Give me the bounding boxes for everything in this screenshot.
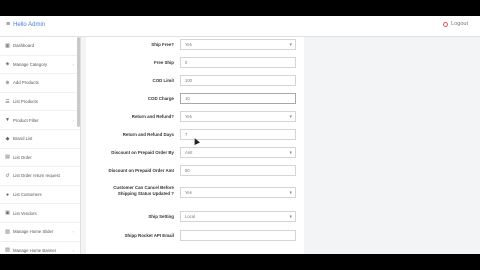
shiprocket-email-label: Shipp Rocket API Email (124, 232, 174, 238)
sidebar-item-product-filter[interactable]: ▼ Product Filter › (0, 111, 80, 130)
image-icon: ▨ (5, 247, 10, 254)
return-refund-select[interactable]: Yes (180, 111, 296, 122)
sidebar-item-dashboard[interactable]: ▦ Dashboard (0, 37, 80, 56)
users-icon: ● (5, 191, 10, 198)
sidebar-item-label: Manage Category (13, 61, 48, 67)
power-icon (443, 21, 449, 27)
tag-icon: ◆ (5, 135, 10, 142)
logout-button[interactable]: Logout (443, 21, 468, 27)
chevron-down-icon: › (72, 229, 74, 235)
category-icon: ◈ (5, 61, 10, 68)
cod-limit-input[interactable]: 100 (180, 75, 296, 86)
cod-charge-label: COD Charge (147, 95, 174, 101)
chevron-down-icon: › (72, 61, 74, 67)
sidebar-item-label: Manage Home Banner (13, 247, 57, 253)
sidebar-item-brand-list[interactable]: ◆ Brand List (0, 130, 80, 149)
free-ship-input[interactable]: 0 (180, 57, 296, 68)
sidebar-item-list-vendors[interactable]: ▣ List Vendors (0, 204, 80, 223)
sidebar-item-label: List Products (13, 99, 38, 105)
sidebar-item-label: Brand List (13, 136, 33, 142)
list-icon: ☰ (5, 98, 10, 105)
sidebar-item-label: Manage Home Slider (13, 229, 54, 235)
chevron-down-icon: › (72, 117, 74, 123)
sidebar-item-label: List Order return request (13, 173, 60, 179)
ship-setting-label: Ship Setting (148, 213, 174, 219)
sidebar-item-add-products[interactable]: ⊕ Add Products (0, 74, 80, 93)
sidebar-item-order-return[interactable]: ↺ List Order return request (0, 167, 80, 186)
filter-icon: ▼ (5, 117, 10, 124)
ship-free-select[interactable]: Yes (180, 39, 296, 50)
sidebar-item-list-customers[interactable]: ● List Customers (0, 186, 80, 205)
logout-label: Logout (451, 21, 468, 27)
header-title: Hello Admin (13, 21, 46, 28)
sidebar-item-list-order[interactable]: ▤ List Order (0, 149, 80, 168)
sidebar-item-home-banner[interactable]: ▨ Manage Home Banner › (0, 242, 80, 254)
plus-icon: ⊕ (5, 79, 10, 86)
top-bar: ≡ Hello Admin Logout (0, 16, 480, 37)
sidebar-item-label: Add Products (13, 80, 39, 86)
cod-charge-input[interactable]: 10 (180, 93, 296, 104)
sidebar: ▦ Dashboard ◈ Manage Category › ⊕ Add Produc… (0, 37, 81, 254)
free-ship-label: Free Ship (153, 59, 174, 65)
sidebar-item-label: List Customers (13, 192, 42, 198)
dashboard-icon: ▦ (5, 42, 10, 49)
discount-prepaid-amt-input[interactable]: 50 (180, 165, 296, 176)
chevron-down-icon: › (72, 247, 74, 253)
store-icon: ▣ (5, 210, 10, 217)
discount-prepaid-by-label: Discount on Prepaid Order By (111, 149, 174, 155)
discount-prepaid-amt-label: Discount on Prepaid Order Amt (108, 167, 174, 173)
sidebar-item-label: List Vendors (13, 210, 37, 216)
sidebar-item-list-products[interactable]: ☰ List Products (0, 93, 80, 112)
cart-icon: ▤ (5, 154, 10, 161)
brand: ≡ Hello Admin (6, 21, 45, 28)
customer-cancel-label: Customer Can Cancel Before Shipping Stat… (113, 185, 174, 196)
sidebar-scrollbar[interactable] (77, 37, 80, 127)
return-refund-label: Return and Refund? (131, 113, 174, 119)
sidebar-item-manage-category[interactable]: ◈ Manage Category › (0, 56, 80, 75)
sidebar-item-label: List Order (13, 154, 32, 160)
return-refund-days-label: Return and Refund Days (122, 131, 174, 137)
discount-prepaid-by-select[interactable]: Amt (180, 147, 296, 158)
shiprocket-email-input[interactable] (180, 230, 296, 241)
app-screen: ≡ Hello Admin Logout ▦ Dashboard ◈ Manage … (0, 16, 480, 254)
ship-setting-select[interactable]: Local (180, 211, 296, 222)
sidebar-item-label: Dashboard (13, 43, 35, 49)
customer-cancel-select[interactable]: Yes (180, 187, 296, 198)
ship-free-label: Ship Free? (151, 41, 174, 47)
settings-form: Ship Free? Yes Free Ship 0 COD Limit 100… (86, 37, 304, 254)
sidebar-item-home-slider[interactable]: ▨ Manage Home Slider › (0, 223, 80, 242)
cod-limit-label: COD Limit (152, 77, 174, 83)
image-icon: ▨ (5, 228, 10, 235)
return-icon: ↺ (5, 172, 10, 179)
sidebar-item-label: Product Filter (13, 117, 39, 123)
menu-toggle-icon[interactable]: ≡ (6, 21, 10, 28)
